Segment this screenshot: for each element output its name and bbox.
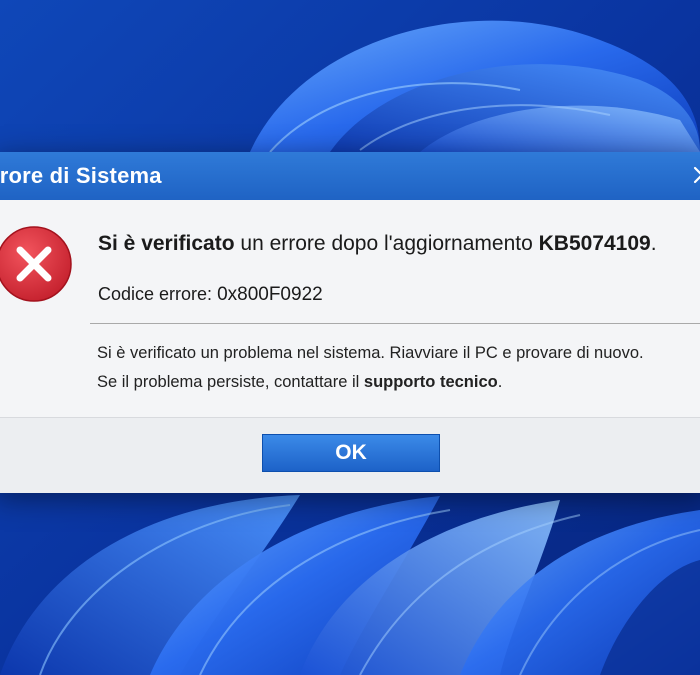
- support-text: supporto tecnico: [363, 373, 498, 391]
- error-dialog: rrore di Sistema Si è verificato un erro…: [0, 152, 700, 493]
- dialog-titlebar[interactable]: rrore di Sistema: [0, 152, 700, 200]
- message-line-1: Si è verificato un problema nel sistema.…: [97, 344, 644, 362]
- message-line-2-suffix: .: [497, 373, 503, 391]
- error-x-icon: [0, 226, 72, 302]
- message-line-2: Se il problema persiste, contattare il s…: [97, 373, 502, 392]
- headline-end: .: [650, 232, 657, 255]
- message-line-2-prefix: Se il problema persiste, contattare il: [97, 373, 364, 391]
- dialog-title: rrore di Sistema: [0, 163, 162, 188]
- error-code-label: Codice errore:: [98, 284, 218, 304]
- error-headline: Si è verificato un errore dopo l'aggiorn…: [98, 232, 657, 256]
- error-code-line: Codice errore: 0x800F0922: [98, 284, 323, 306]
- headline-lead: Si è verificato: [98, 232, 235, 255]
- error-code-value: 0x800F0922: [217, 284, 323, 305]
- ok-button[interactable]: OK: [262, 434, 440, 472]
- kb-number: KB5074109: [538, 232, 651, 255]
- close-icon[interactable]: [691, 164, 700, 186]
- headline-middle: un errore dopo l'aggiornamento: [234, 232, 539, 255]
- divider: [90, 323, 700, 324]
- dialog-footer: OK: [0, 417, 700, 493]
